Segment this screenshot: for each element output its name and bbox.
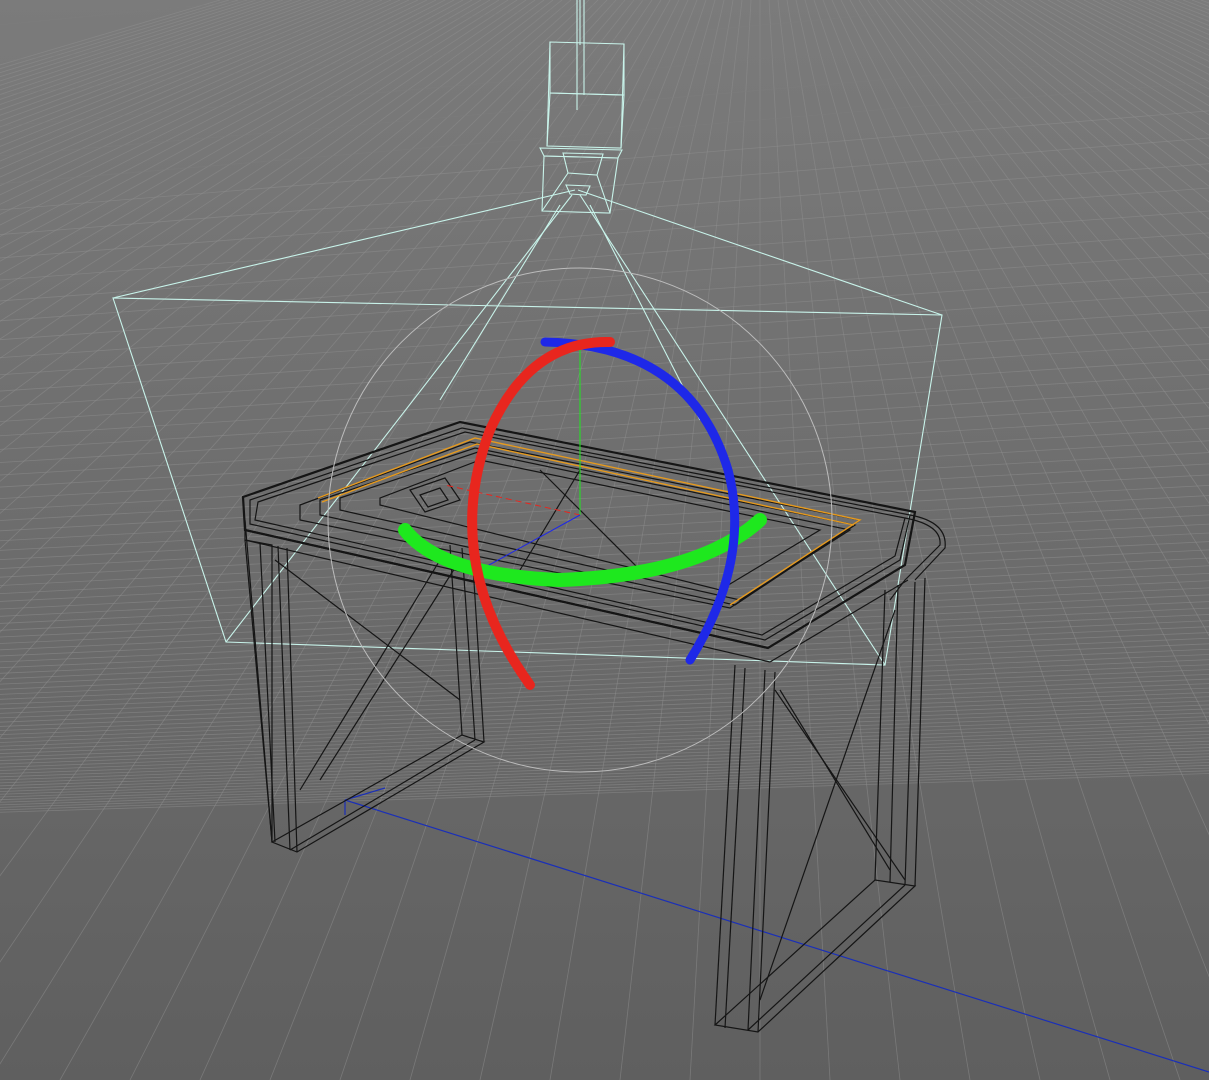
grid-line-depth [0, 0, 419, 196]
table-mesh-wireframe[interactable] [241, 420, 946, 1033]
grid-line-width [0, 737, 1209, 781]
grid-line-width [0, 626, 1209, 680]
grid-line-width [0, 643, 1209, 695]
grid-line-depth [903, 0, 1209, 339]
grid-line-depth [0, 0, 266, 86]
grid-line-depth [1029, 0, 1209, 107]
grid-line-width [0, 654, 1209, 705]
grid-line-depth [1137, 0, 1209, 31]
grid-line-depth [894, 0, 1209, 372]
grid-line-depth [0, 0, 635, 803]
grid-line-depth [549, 0, 734, 1080]
grid-line-depth [777, 0, 901, 1080]
grid-line-width [0, 723, 1209, 768]
grid-line-depth [409, 0, 716, 1080]
grid-line-width [0, 291, 1209, 376]
grid-line-width [0, 557, 1209, 617]
grid-line-depth [975, 0, 1209, 173]
grid-line-depth [479, 0, 725, 1080]
grid-line-width [0, 343, 1209, 422]
grid-line-width [0, 163, 1209, 259]
grid-line-depth [0, 0, 455, 237]
grid-line-depth [867, 0, 1209, 504]
grid-line-depth [199, 0, 689, 1080]
grid-line-depth [0, 0, 527, 359]
grid-line-depth [0, 0, 626, 739]
grid-line-depth [0, 0, 536, 380]
grid-line-depth [1155, 0, 1209, 22]
grid-line-depth [948, 0, 1209, 220]
grid-line-depth [1020, 0, 1209, 116]
grid-line-depth [1200, 0, 1209, 4]
grid-line-width [0, 18, 1209, 127]
grid-line-width [0, 648, 1209, 700]
grid-line-depth [885, 0, 1209, 410]
grid-line-depth [1164, 0, 1209, 18]
grid-line-depth [1074, 0, 1209, 69]
rotate-gizmo[interactable] [327, 267, 833, 773]
grid-line-depth [1065, 0, 1209, 75]
grid-line-width [0, 727, 1209, 771]
grid-line-depth [0, 0, 662, 1065]
grid-line-depth [984, 0, 1209, 160]
floor-grid [0, 0, 1209, 1080]
grid-line-width [0, 532, 1209, 595]
grid-line-depth [0, 0, 356, 141]
grid-line-depth [1101, 0, 1209, 51]
grid-line-depth [0, 0, 284, 95]
grid-line-depth [1083, 0, 1209, 62]
grid-line-depth [0, 0, 410, 187]
grid-line-depth [0, 0, 599, 589]
grid-line-width [0, 452, 1209, 521]
grid-line-depth [786, 0, 971, 1080]
grid-line-depth [269, 0, 698, 1080]
grid-line-width [0, 373, 1209, 450]
grid-line-width [0, 659, 1209, 710]
grid-line-depth [1173, 0, 1209, 14]
grid-line-depth [993, 0, 1209, 147]
grid-line-width [0, 137, 1209, 235]
grid-line-width [0, 664, 1209, 714]
grid-line-width [0, 81, 1209, 185]
grid-line-depth [0, 0, 545, 402]
world-axis-line [344, 787, 1209, 1073]
grid-line-depth [1011, 0, 1209, 126]
grid-line-depth [0, 0, 248, 78]
grid-line-depth [1092, 0, 1209, 56]
grid-line-width [0, 730, 1209, 775]
grid-line-depth [0, 0, 311, 111]
grid-line-depth [0, 0, 320, 116]
grid-line-width [0, 210, 1209, 302]
grid-line-depth [0, 0, 365, 147]
grid-line-width [0, 632, 1209, 685]
grid-line-depth [0, 0, 239, 74]
3d-viewport[interactable] [0, 0, 1209, 1080]
grid-line-depth [768, 0, 831, 1080]
grid-line-width [0, 358, 1209, 437]
